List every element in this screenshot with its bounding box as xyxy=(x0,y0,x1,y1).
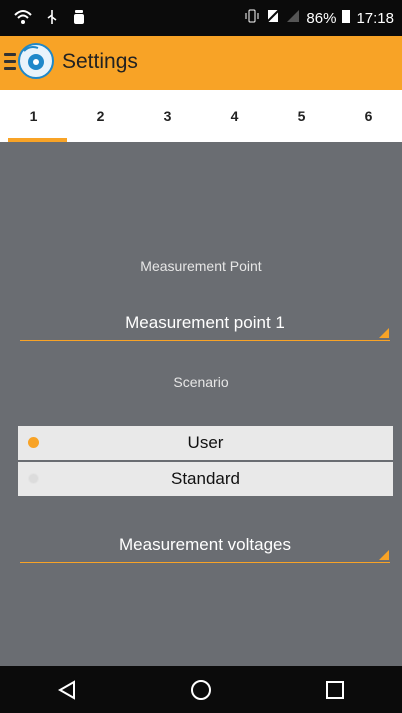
scenario-radio-group: User Standard xyxy=(18,426,393,498)
app-bar: Settings xyxy=(0,36,402,90)
dropdown-arrow-icon xyxy=(379,550,389,560)
usb-icon xyxy=(46,9,58,29)
no-sim-icon xyxy=(266,9,281,27)
settings-content: Measurement Point Measurement point 1 Sc… xyxy=(0,142,402,666)
wifi-icon xyxy=(14,9,32,29)
back-icon[interactable] xyxy=(47,675,87,705)
tab-1[interactable]: 1 xyxy=(0,90,67,142)
measurement-voltages-value: Measurement voltages xyxy=(119,535,291,554)
signal-icon xyxy=(286,9,300,27)
measurement-point-dropdown[interactable]: Measurement point 1 xyxy=(20,306,390,341)
menu-icon[interactable] xyxy=(4,53,16,71)
scenario-label: Scenario xyxy=(173,374,229,390)
vibrate-icon xyxy=(244,9,260,27)
battery-percentage: 86% xyxy=(306,9,337,27)
battery-icon xyxy=(342,9,351,27)
scenario-option-label: Standard xyxy=(171,469,240,488)
scenario-option-standard[interactable]: Standard xyxy=(18,462,393,496)
recents-icon[interactable] xyxy=(315,675,355,705)
measurement-point-label: Measurement Point xyxy=(140,258,262,274)
tab-4[interactable]: 4 xyxy=(201,90,268,142)
tab-bar: 1 2 3 4 5 6 xyxy=(0,90,402,142)
measurement-voltages-dropdown[interactable]: Measurement voltages xyxy=(20,528,390,563)
scenario-option-user[interactable]: User xyxy=(18,426,393,460)
page-title: Settings xyxy=(62,50,138,73)
radio-selected-icon[interactable] xyxy=(28,437,39,448)
tab-5[interactable]: 5 xyxy=(268,90,335,142)
tab-2[interactable]: 2 xyxy=(67,90,134,142)
scenario-option-label: User xyxy=(187,433,224,452)
tab-3[interactable]: 3 xyxy=(134,90,201,142)
app-logo-icon xyxy=(16,41,56,81)
android-debug-icon xyxy=(72,9,86,29)
measurement-point-value: Measurement point 1 xyxy=(125,313,285,332)
dropdown-arrow-icon xyxy=(379,328,389,338)
tab-6[interactable]: 6 xyxy=(335,90,402,142)
status-bar: 86% 17:18 xyxy=(0,0,402,36)
radio-unselected-icon[interactable] xyxy=(28,473,39,484)
system-nav-bar xyxy=(0,666,402,713)
clock: 17:18 xyxy=(356,9,394,27)
home-icon[interactable] xyxy=(181,675,221,705)
